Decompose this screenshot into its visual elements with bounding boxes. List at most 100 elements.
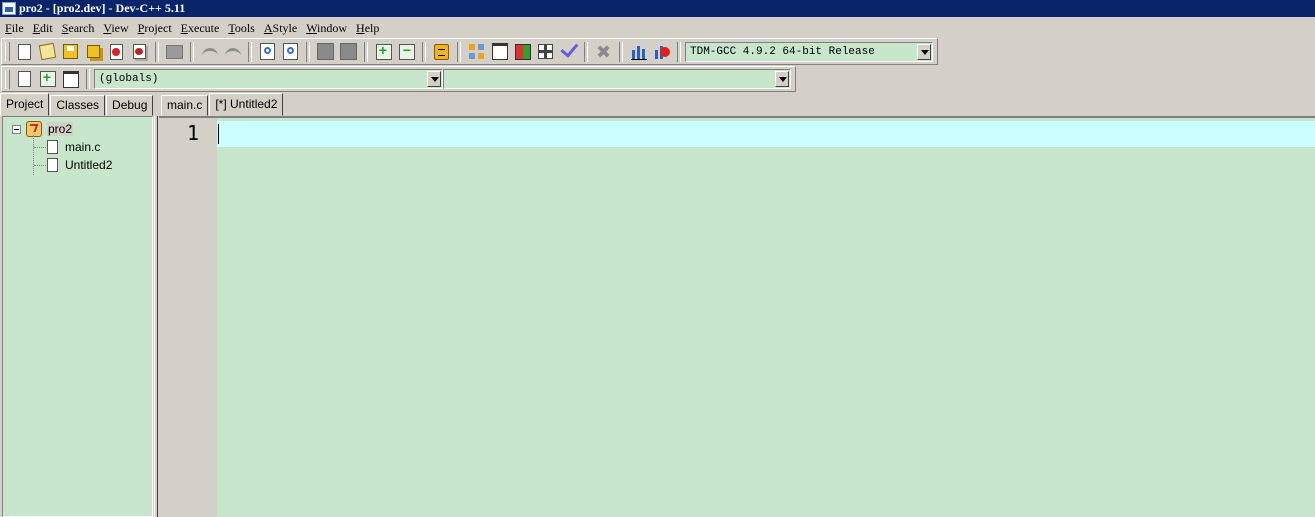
toolbar-grip[interactable] <box>5 69 10 89</box>
redo-icon <box>224 47 241 56</box>
run-button[interactable] <box>534 41 557 63</box>
chevron-down-icon[interactable] <box>917 43 931 60</box>
remove-from-project-icon <box>398 42 415 60</box>
menu-view[interactable]: View <box>98 19 132 37</box>
profile-icon <box>630 43 647 60</box>
new-class-button[interactable] <box>465 41 488 63</box>
menu-execute[interactable]: Execute <box>176 19 224 37</box>
menu-window[interactable]: Window <box>301 19 351 37</box>
insert-icon <box>18 71 31 87</box>
delete-profile-icon <box>653 44 670 59</box>
add-to-project-button[interactable] <box>372 41 395 63</box>
tree-connector <box>34 147 46 148</box>
project-name: pro2 <box>47 122 74 136</box>
tree-connector <box>33 135 34 175</box>
devcpp-app-icon[interactable] <box>2 2 16 15</box>
replace-icon <box>283 43 298 60</box>
print-button[interactable] <box>163 41 186 63</box>
jump-button[interactable] <box>337 41 360 63</box>
toolbar-separator <box>619 41 623 62</box>
stop-button[interactable]: ✖ <box>592 41 615 63</box>
menu-help[interactable]: Help <box>351 19 383 37</box>
class-toolbar: (globals) <box>1 66 796 92</box>
menu-search[interactable]: Search <box>57 19 99 37</box>
open-icon <box>38 42 57 61</box>
file-name: Untitled2 <box>65 158 113 172</box>
add-to-project-icon <box>375 42 392 60</box>
new-file-icon <box>18 43 31 60</box>
jump-icon <box>340 43 357 60</box>
check-button[interactable] <box>557 38 580 63</box>
toolbar-separator <box>248 41 252 62</box>
toolbar-separator <box>422 41 426 62</box>
toolbar-grip[interactable] <box>5 42 10 61</box>
goto-bookmark-icon <box>62 70 79 88</box>
profile-button[interactable] <box>627 41 650 63</box>
tree-connector <box>34 165 46 166</box>
redo-button[interactable] <box>221 41 244 63</box>
tab-project[interactable]: Project <box>0 93 50 116</box>
title-bar: pro2 - [pro2.dev] - Dev-C++ 5.11 <box>0 0 1315 17</box>
class-scope-select[interactable]: (globals) <box>94 69 443 89</box>
toolbar-separator <box>155 41 159 62</box>
tree-item-file[interactable]: main.c <box>47 138 100 156</box>
close-button[interactable] <box>105 41 128 63</box>
save-all-button[interactable] <box>82 41 105 63</box>
find-icon <box>260 43 275 60</box>
tree-item-file[interactable]: Untitled2 <box>47 156 112 174</box>
file-name: main.c <box>65 140 101 154</box>
undo-icon <box>201 47 218 56</box>
line-number-gutter: 1 <box>159 118 217 517</box>
toolbar-separator <box>364 41 368 62</box>
left-panel-tabs: Project Classes Debug <box>0 93 154 116</box>
class-scope-value: (globals) <box>99 73 159 85</box>
project-tree: pro2 main.c Untitled2 <box>2 116 153 517</box>
tab-debug[interactable]: Debug <box>106 95 154 116</box>
menu-edit[interactable]: Edit <box>28 19 57 37</box>
file-icon <box>47 158 58 172</box>
toggle-bookmark-button[interactable] <box>36 68 59 90</box>
chevron-down-icon[interactable] <box>775 71 789 87</box>
window-button[interactable] <box>488 41 511 63</box>
new-class-icon <box>469 44 484 59</box>
chevron-down-icon[interactable] <box>427 71 441 87</box>
collapse-icon[interactable] <box>12 125 21 134</box>
line-number: 1 <box>186 121 199 145</box>
save-icon <box>63 44 78 59</box>
insert-button[interactable] <box>13 68 36 90</box>
menu-project[interactable]: Project <box>133 19 176 37</box>
goto-button[interactable] <box>314 41 337 63</box>
compiler-select[interactable]: TDM-GCC 4.9.2 64-bit Release <box>685 41 933 62</box>
undo-button[interactable] <box>198 41 221 63</box>
project-options-button[interactable] <box>430 41 453 63</box>
remove-from-project-button[interactable] <box>395 41 418 63</box>
delete-profile-button[interactable] <box>650 41 673 63</box>
window-icon <box>491 43 508 60</box>
toolbar-separator <box>677 41 681 62</box>
menu-astyle[interactable]: AStyle <box>259 19 301 37</box>
menu-bar: File Edit Search View Project Execute To… <box>0 18 1315 38</box>
member-select[interactable] <box>443 69 791 89</box>
find-button[interactable] <box>256 41 279 63</box>
goto-icon <box>317 43 334 60</box>
menu-tools[interactable]: Tools <box>223 19 259 37</box>
tab-untitled2[interactable]: [*] Untitled2 <box>209 93 284 116</box>
panel-splitter[interactable] <box>154 116 158 517</box>
new-file-button[interactable] <box>13 41 36 63</box>
print-icon <box>166 44 183 59</box>
close-all-button[interactable] <box>128 41 151 63</box>
tab-main-c[interactable]: main.c <box>161 95 209 116</box>
tab-classes[interactable]: Classes <box>50 95 106 116</box>
toolbar-separator <box>584 41 588 62</box>
replace-button[interactable] <box>279 41 302 63</box>
check-icon <box>559 38 578 58</box>
stop-icon: ✖ <box>595 41 612 62</box>
goto-bookmark-button[interactable] <box>59 68 82 90</box>
save-button[interactable] <box>59 41 82 63</box>
compile-button[interactable] <box>511 41 534 63</box>
window-title: pro2 - [pro2.dev] - Dev-C++ 5.11 <box>19 1 186 15</box>
code-editor[interactable]: 1 <box>159 116 1315 517</box>
menu-file[interactable]: File <box>0 19 28 37</box>
open-button[interactable] <box>36 41 59 63</box>
editor-tabs: main.c [*] Untitled2 <box>161 93 284 116</box>
